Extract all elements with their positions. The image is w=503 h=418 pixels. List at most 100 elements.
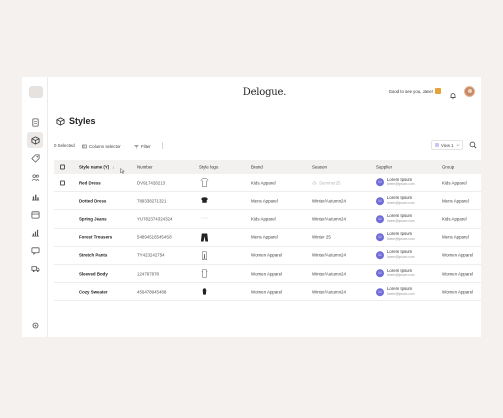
header-group[interactable]: Group	[442, 165, 454, 170]
supplier-cell[interactable]: LI Lorem Ipsum lorem@ipsum.com	[376, 195, 415, 206]
style-name[interactable]: Dotted Dress	[79, 198, 106, 203]
page-title: Styles	[69, 116, 96, 126]
season-label: Winter/Autumn24	[312, 252, 346, 258]
table-row[interactable]: Sleeved Body 124787878 Women Apparel Winter…	[54, 265, 481, 284]
greeting-text: Good to see you, Jane!	[388, 89, 433, 94]
brand-cell: Women Apparel	[251, 271, 283, 277]
supplier-cell[interactable]: LI Lorem Ipsum lorem@ipsum.com	[376, 250, 415, 261]
header-style-name[interactable]: Style name (Y) ↓	[79, 165, 114, 170]
style-number: 789338271321	[137, 198, 167, 204]
season-label: Summer25	[319, 180, 341, 186]
supplier-cell[interactable]: LI Lorem Ipsum lorem@ipsum.com	[376, 177, 415, 188]
season-cell: Winter/Autumn24	[312, 271, 346, 276]
group-cell: Kids Apparel	[442, 216, 467, 222]
style-number: 456478945488	[137, 289, 167, 295]
row-checkbox[interactable]	[60, 180, 65, 186]
supplier-email: lorem@ipsum.com	[387, 255, 415, 260]
season-label: Winter/Autumn24	[312, 198, 346, 204]
supplier-email: lorem@ipsum.com	[387, 218, 415, 223]
column-selector-label: Column selector	[89, 143, 121, 149]
people-icon[interactable]	[30, 172, 40, 182]
header-style-logo[interactable]: Style logo	[199, 165, 218, 170]
supplier-cell[interactable]: LI Lorem Ipsum lorem@ipsum.com	[376, 232, 415, 242]
supplier-cell[interactable]: LI Lorem Ipsum lorem@ipsum.com	[376, 268, 415, 279]
calendar-icon[interactable]	[30, 209, 40, 219]
supplier-cell[interactable]: LI Lorem Ipsum lorem@ipsum.com	[376, 286, 415, 297]
season-cell: Winter/Autumn24	[312, 289, 346, 294]
header-style-name-label: Style name (Y)	[79, 164, 110, 170]
table-row[interactable]: Stretch Pants TY423242754 Women Apparel Win…	[54, 247, 481, 265]
cube-icon[interactable]	[27, 132, 43, 148]
supplier-email: lorem@ipsum.com	[387, 237, 415, 242]
supplier-avatar: LI	[376, 178, 384, 187]
style-logo-image	[199, 195, 209, 206]
style-number: 548945165454S8	[137, 234, 172, 240]
brand-cell: Mens Apparel	[251, 198, 278, 204]
header-season[interactable]: Season	[312, 165, 327, 170]
table-row[interactable]: Dotted Dress 789338271321 Mens Apparel Wint…	[54, 192, 481, 211]
season-icon	[312, 180, 317, 185]
header-brand[interactable]: Brand	[251, 165, 263, 170]
table-row[interactable]: Red Dress DV917428213 Kids Apparel Summer25…	[54, 174, 481, 193]
toolbar-divider	[162, 142, 163, 149]
supplier-avatar: LI	[376, 251, 384, 260]
group-cell: Women Apparel	[442, 289, 474, 295]
group-cell: Kids Apparel	[442, 180, 467, 186]
bell-icon[interactable]	[449, 87, 457, 100]
header-supplier[interactable]: Supplier	[376, 165, 392, 170]
view-select[interactable]: View 1	[431, 140, 463, 150]
style-number: YU782374324324	[137, 216, 173, 222]
style-name[interactable]: Red Dress	[79, 180, 101, 185]
supplier-email: lorem@ipsum.com	[387, 273, 415, 278]
view-swatch-icon	[435, 143, 439, 147]
bar-chart-icon[interactable]	[30, 191, 40, 201]
table-row[interactable]: Forest Trousers 548945165454S8 Mens Appare…	[54, 229, 481, 247]
top-bar: Delogue. Good to see you, Jane!	[48, 77, 481, 107]
table-row[interactable]: Cozy Sweater 456478945488 Women Apparel Win…	[54, 283, 481, 302]
style-name[interactable]: Sleeved Body	[79, 271, 108, 276]
chevron-down-icon	[456, 144, 460, 147]
table-body: Red Dress DV917428213 Kids Apparel Summer25…	[54, 174, 481, 302]
season-cell: Winter/Autumn24	[312, 253, 346, 258]
user-avatar[interactable]	[464, 86, 475, 97]
style-name[interactable]: Spring Jeans	[79, 216, 107, 221]
style-name[interactable]: Stretch Pants	[79, 253, 107, 258]
column-selector-button[interactable]: Column selector	[82, 141, 121, 151]
filter-icon	[134, 144, 139, 148]
app-logo[interactable]	[29, 86, 43, 98]
style-number: TY423242754	[137, 252, 165, 258]
filter-label: Filter	[141, 143, 151, 149]
truck-icon[interactable]	[30, 263, 40, 273]
supplier-avatar: LI	[376, 233, 384, 242]
style-logo-image	[199, 286, 209, 297]
season-cell: Winter/Autumn24	[312, 216, 346, 221]
selected-count: 0 Selected	[54, 143, 75, 148]
message-icon[interactable]	[30, 245, 40, 255]
styles-table: Style name (Y) ↓ Number Style logo Brand …	[54, 160, 481, 302]
select-all-checkbox[interactable]	[60, 164, 65, 170]
supplier-email: lorem@ipsum.com	[387, 200, 415, 205]
season-cell: Summer25	[312, 180, 340, 185]
style-name[interactable]: Cozy Sweater	[79, 289, 108, 294]
table-row[interactable]: Spring Jeans YU782374324324 Kids Apparel Wi…	[54, 210, 481, 229]
toolbar: 0 Selected Column selector Filter View 1	[54, 140, 477, 151]
season-label: Winter/Autumn24	[312, 271, 346, 277]
document-icon[interactable]	[30, 117, 40, 127]
style-logo-image	[199, 213, 209, 224]
style-name[interactable]: Forest Trousers	[79, 235, 112, 240]
tag-icon[interactable]	[30, 153, 40, 163]
supplier-email: lorem@ipsum.com	[387, 291, 415, 296]
supplier-cell[interactable]: LI Lorem Ipsum lorem@ipsum.com	[376, 213, 415, 224]
style-logo-image	[199, 268, 209, 279]
supplier-avatar: LI	[376, 214, 384, 223]
style-number: DV917428213	[137, 180, 166, 186]
style-logo-image	[199, 177, 209, 188]
season-cell: Winter/Autumn24	[312, 198, 346, 203]
gear-icon[interactable]	[30, 320, 40, 330]
sort-arrow-icon[interactable]: ↓	[112, 165, 114, 170]
analytics-icon[interactable]	[30, 227, 40, 237]
brand-cell: Mens Apparel	[251, 234, 278, 240]
search-icon[interactable]	[469, 141, 477, 149]
header-number[interactable]: Number	[137, 165, 153, 170]
filter-button[interactable]: Filter	[134, 141, 151, 151]
